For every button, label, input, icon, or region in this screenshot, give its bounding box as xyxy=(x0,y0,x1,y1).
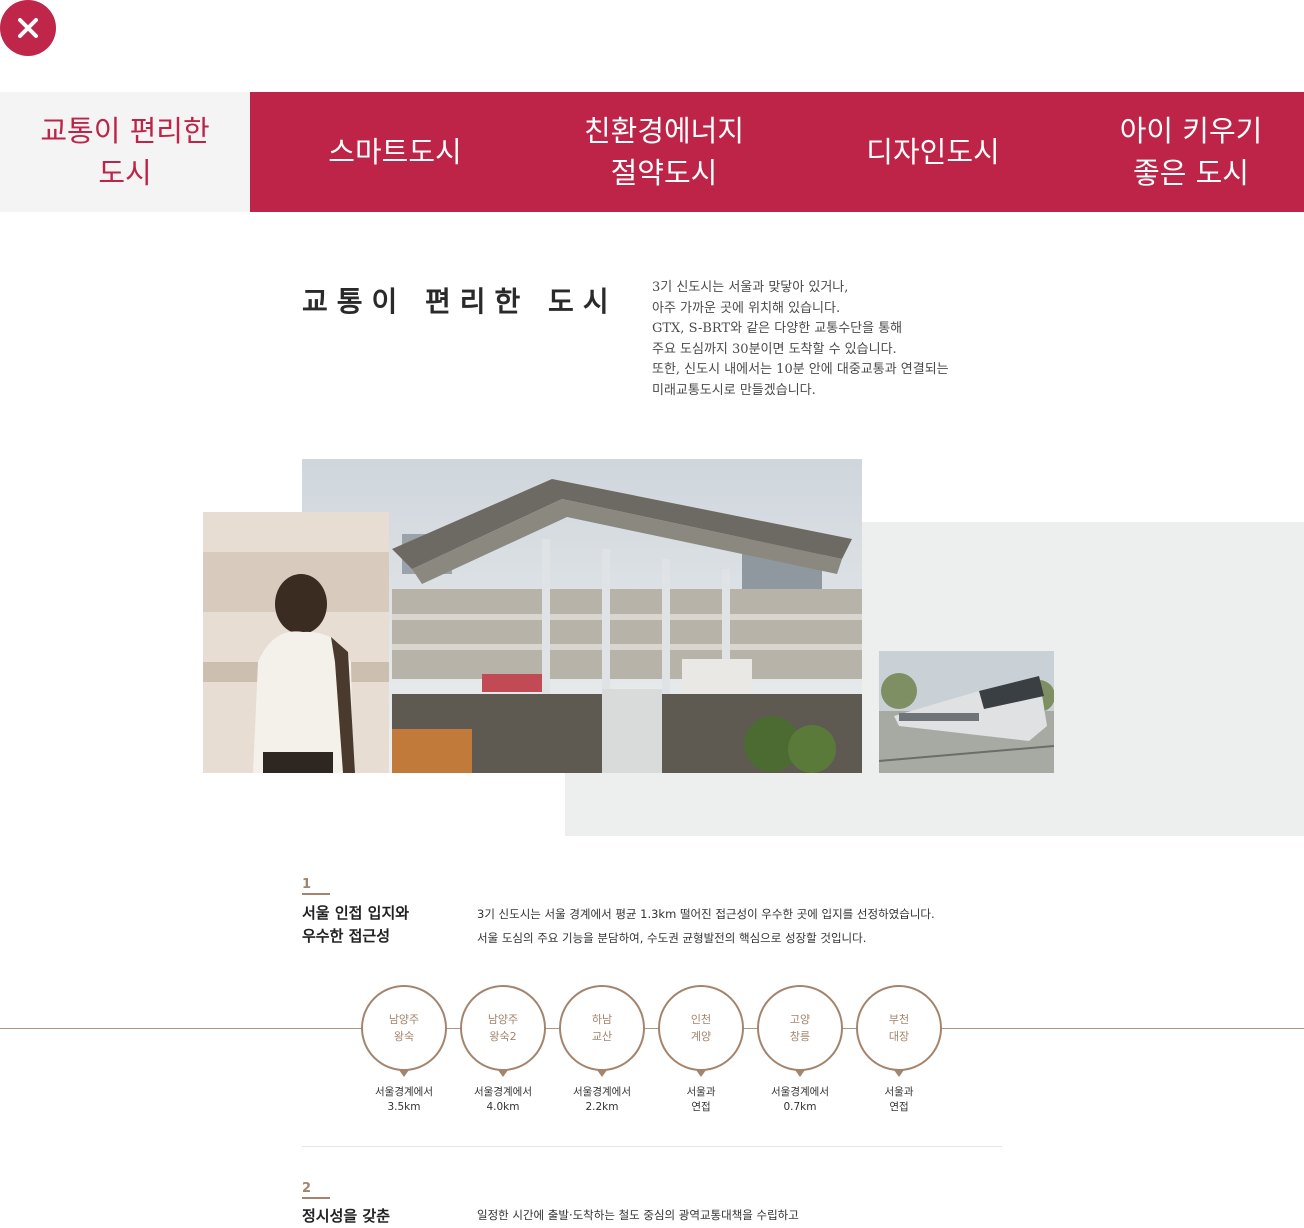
city-name: 고양 xyxy=(789,1013,811,1026)
city-name: 왕숙2 xyxy=(489,1030,517,1043)
city-circle: 부천 대장 xyxy=(856,985,942,1077)
city-name: 부천 xyxy=(888,1013,910,1026)
tab-child-friendly[interactable]: 아이 키우기좋은 도시 xyxy=(1078,92,1304,212)
tab-label: 친환경에너지 xyxy=(583,114,745,148)
intro-line: 3기 신도시는 서울과 맞닿아 있거나, xyxy=(652,280,849,295)
city-name: 계양 xyxy=(690,1030,712,1043)
city-circle: 고양 창릉 xyxy=(757,985,843,1077)
intro-line: GTX, S-BRT와 같은 다양한 교통수단을 통해 xyxy=(652,321,903,337)
city-node: 하남 교산 서울경계에서 2.2km xyxy=(559,985,645,1115)
item-number: 1 xyxy=(302,877,312,892)
item-description-line: 일정한 시간에 출발·도착하는 철도 중심의 광역교통대책을 수립하고 xyxy=(477,1208,799,1222)
city-node: 고양 창릉 서울경계에서 0.7km xyxy=(757,985,843,1115)
city-distance-line: 연접 xyxy=(691,1101,711,1113)
city-distance-line: 0.7km xyxy=(783,1101,817,1113)
item-heading: 정시성을 갖춘 xyxy=(302,1205,390,1228)
city-node: 남양주 왕숙 서울경계에서 3.5km xyxy=(361,985,447,1115)
city-distance-line: 서울경계에서 xyxy=(375,1086,433,1098)
timeline-line xyxy=(0,1028,1304,1029)
city-name: 교산 xyxy=(591,1030,613,1043)
item-heading-line: 서울 인접 입지와 xyxy=(302,904,410,922)
city-name: 왕숙 xyxy=(393,1030,415,1043)
item-number-underline xyxy=(302,1197,330,1199)
city-distance: 서울과 연접 xyxy=(658,1085,744,1115)
intro-line: 또한, 신도시 내에서는 10분 안에 대중교통과 연결되는 xyxy=(652,362,949,378)
item-heading-line: 정시성을 갖춘 xyxy=(302,1207,391,1225)
city-distance-line: 서울과 xyxy=(884,1086,914,1098)
tab-label: 아이 키우기 xyxy=(1119,114,1263,148)
tab-smart-city[interactable]: 스마트도시 xyxy=(250,92,540,212)
item-number-underline xyxy=(302,893,330,895)
tab-label: 디자인도시 xyxy=(866,135,1000,169)
city-name: 인천 xyxy=(690,1013,712,1026)
item-description: 일정한 시간에 출발·도착하는 철도 중심의 광역교통대책을 수립하고 xyxy=(477,1203,799,1227)
category-tabs: 교통이 편리한도시 스마트도시 친환경에너지절약도시 디자인도시 아이 키우기좋… xyxy=(0,92,1304,212)
tab-eco-energy[interactable]: 친환경에너지절약도시 xyxy=(540,92,788,212)
city-distance-line: 서울경계에서 xyxy=(573,1086,631,1098)
city-circle: 인천 계양 xyxy=(658,985,744,1077)
tab-convenient-transport[interactable]: 교통이 편리한도시 xyxy=(0,92,250,212)
city-circle: 하남 교산 xyxy=(559,985,645,1077)
section-title: 교통이 편리한 도시 xyxy=(302,285,618,318)
section-intro: 3기 신도시는 서울과 맞닿아 있거나, 아주 가까운 곳에 위치해 있습니다.… xyxy=(652,278,1032,402)
city-name: 창릉 xyxy=(789,1030,811,1043)
city-distance-line: 서울경계에서 xyxy=(771,1086,829,1098)
intro-line: 미래교통도시로 만들겠습니다. xyxy=(652,382,816,398)
city-node: 남양주 왕숙2 서울경계에서 4.0km xyxy=(460,985,546,1115)
city-name: 남양주 xyxy=(487,1013,519,1026)
city-distance-line: 서울과 xyxy=(686,1086,716,1098)
close-icon xyxy=(18,18,38,38)
city-name: 대장 xyxy=(888,1030,910,1043)
tab-label: 도시 xyxy=(98,156,152,190)
item-description-line: 3기 신도시는 서울 경계에서 평균 1.3km 떨어진 접근성이 우수한 곳에… xyxy=(477,907,935,921)
city-distance: 서울경계에서 3.5km xyxy=(361,1085,447,1115)
city-distance-line: 4.0km xyxy=(486,1101,520,1113)
item-description: 3기 신도시는 서울 경계에서 평균 1.3km 떨어진 접근성이 우수한 곳에… xyxy=(477,902,935,950)
tab-design-city[interactable]: 디자인도시 xyxy=(788,92,1078,212)
city-node: 인천 계양 서울과 연접 xyxy=(658,985,744,1115)
city-name: 남양주 xyxy=(388,1013,420,1026)
tab-label: 절약도시 xyxy=(610,156,718,190)
city-distance-line: 연접 xyxy=(889,1101,909,1113)
city-distance: 서울경계에서 2.2km xyxy=(559,1085,645,1115)
tab-label: 교통이 편리한 xyxy=(40,114,210,148)
city-distance-line: 3.5km xyxy=(387,1101,421,1113)
tab-label: 스마트도시 xyxy=(328,135,462,169)
city-distance-line: 서울경계에서 xyxy=(474,1086,532,1098)
item-heading-line: 우수한 접근성 xyxy=(302,927,391,945)
city-name: 하남 xyxy=(591,1013,613,1026)
item-number: 2 xyxy=(302,1181,312,1196)
commuter-woman-image xyxy=(203,512,389,773)
city-node: 부천 대장 서울과 연접 xyxy=(856,985,942,1115)
tab-label: 좋은 도시 xyxy=(1133,156,1249,190)
city-distance: 서울경계에서 0.7km xyxy=(757,1085,843,1115)
intro-line: 아주 가까운 곳에 위치해 있습니다. xyxy=(652,300,841,316)
close-button[interactable] xyxy=(0,0,56,56)
item-description-line: 서울 도심의 주요 기능을 분담하여, 수도권 균형발전의 핵심으로 성장할 것… xyxy=(477,931,867,945)
item-heading: 서울 인접 입지와 우수한 접근성 xyxy=(302,902,409,948)
intro-line: 주요 도심까지 30분이면 도착할 수 있습니다. xyxy=(652,341,897,357)
city-circle: 남양주 왕숙 xyxy=(361,985,447,1077)
tram-image xyxy=(879,651,1054,773)
city-circle: 남양주 왕숙2 xyxy=(460,985,546,1077)
city-distance: 서울과 연접 xyxy=(856,1085,942,1115)
section-divider xyxy=(302,1146,1002,1147)
city-distance-line: 2.2km xyxy=(585,1101,619,1113)
city-distance: 서울경계에서 4.0km xyxy=(460,1085,546,1115)
